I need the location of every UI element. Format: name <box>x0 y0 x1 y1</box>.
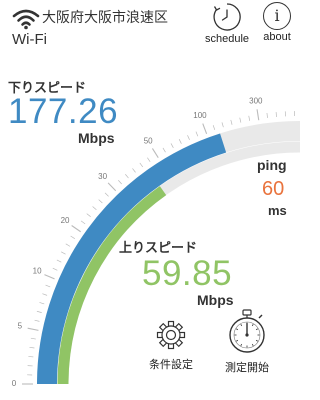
gauge-tick <box>162 147 166 153</box>
stopwatch-tick <box>251 323 254 327</box>
gauge-tick <box>71 225 81 233</box>
conditions-label: 条件設定 <box>149 358 193 371</box>
download-unit: Mbps <box>78 130 115 146</box>
gauge-tick <box>256 109 260 121</box>
gauge-tick <box>202 123 208 135</box>
gauge-scale-label: 10 <box>33 267 42 276</box>
conditions-button[interactable]: 条件設定 <box>149 318 193 372</box>
gauge-tick <box>39 302 45 305</box>
gauge-tick <box>28 356 34 358</box>
gauge-tick <box>178 139 182 144</box>
gauge-scale-label: 20 <box>61 216 70 225</box>
gauge-tick <box>60 251 66 255</box>
gauge-tick <box>147 157 151 162</box>
gauge-tick <box>104 192 109 197</box>
gauge-tick <box>27 327 39 331</box>
gauge-tick <box>221 122 224 128</box>
stopwatch-tick <box>235 339 239 342</box>
start-measurement-button[interactable]: 測定開始 <box>225 309 269 375</box>
gauge-scale-label: 100 <box>193 111 207 120</box>
gauge-scale-label: 5 <box>18 322 23 331</box>
gauge-tick <box>42 293 48 296</box>
gauge-tick <box>132 168 136 173</box>
gauge-tick <box>212 125 216 131</box>
gauge-scale-label: 30 <box>98 172 107 181</box>
gauge-tick <box>52 267 58 271</box>
stopwatch-tick <box>240 343 243 347</box>
gauge-tick <box>29 346 35 349</box>
gauge-tick <box>44 274 55 280</box>
gauge-tick <box>98 199 103 204</box>
gauge-tick <box>266 112 268 119</box>
gauge-tick <box>45 284 51 288</box>
gauge-tick <box>80 220 86 225</box>
stopwatch-icon <box>229 309 265 353</box>
gauge-tick <box>151 148 159 159</box>
gauge-tick <box>170 143 174 148</box>
gauge-tick <box>65 243 71 247</box>
ping-unit: ms <box>268 203 287 218</box>
gauge-tick <box>239 117 242 123</box>
gauge-tick <box>187 135 190 140</box>
gauge-tick <box>118 179 122 185</box>
gauge-tick <box>36 310 42 313</box>
gauge-tick <box>125 173 129 179</box>
gauge-tick <box>34 319 40 322</box>
gauge-tick <box>30 337 36 340</box>
gauge-tick <box>230 119 233 125</box>
upload-unit: Mbps <box>197 292 234 308</box>
gear-icon <box>156 320 186 350</box>
gauge-scale-label: 300 <box>249 97 263 106</box>
start-label: 測定開始 <box>225 361 269 374</box>
download-speed-value: 177.26 <box>8 92 119 131</box>
gauge-tick <box>139 162 144 168</box>
ping-title: ping <box>257 157 287 173</box>
gauge-tick <box>92 206 97 211</box>
ping-value: 60 <box>262 178 285 200</box>
upload-speed-value: 59.85 <box>142 254 233 293</box>
gauge-tick <box>195 131 199 137</box>
gauge-scale-label: 50 <box>144 137 153 146</box>
gauge-tick <box>248 115 251 121</box>
gauge-tick <box>107 182 117 192</box>
stopwatch-tick <box>255 339 259 342</box>
gauge-tick <box>70 235 75 239</box>
stopwatch-tick <box>251 343 254 347</box>
stopwatch-tick <box>235 328 239 331</box>
gauge-scale-label: 0 <box>12 379 17 388</box>
stopwatch-tick <box>240 323 243 327</box>
stopwatch-tick <box>255 328 259 331</box>
gauge-tick <box>56 259 62 263</box>
gauge-tick <box>86 213 91 217</box>
